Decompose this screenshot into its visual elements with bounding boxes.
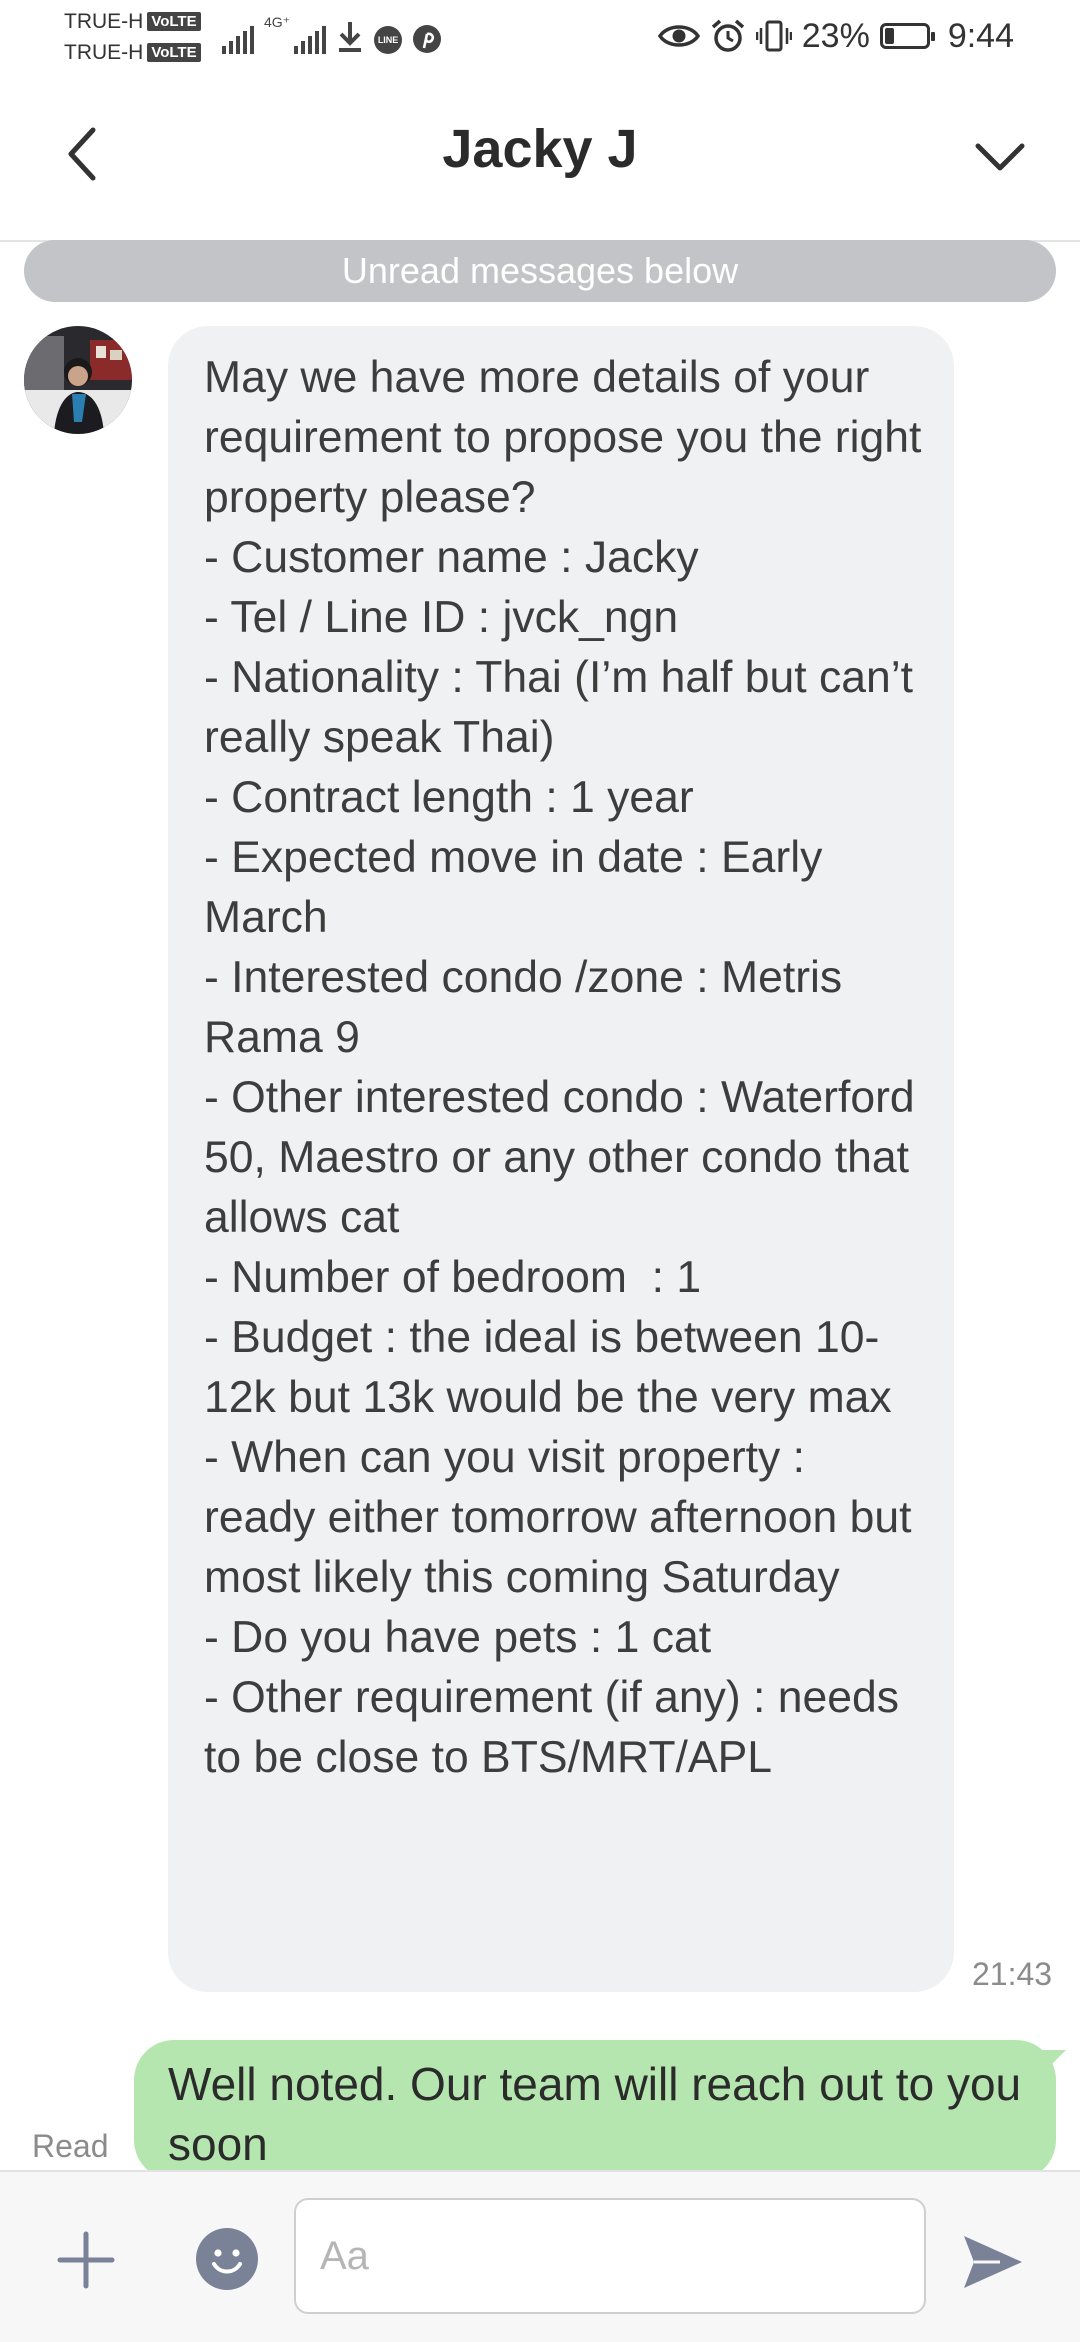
add-attachment-button[interactable]: [56, 2230, 116, 2290]
signal-icon: [222, 24, 254, 54]
battery-icon: [879, 23, 935, 49]
alarm-icon: [711, 19, 744, 52]
outgoing-message-bubble[interactable]: Well noted. Our team will reach out to y…: [134, 2040, 1056, 2180]
avatar[interactable]: [24, 326, 132, 434]
smiley-icon: [212, 2249, 242, 2274]
clock: 9:44: [947, 16, 1014, 55]
incoming-message-bubble[interactable]: May we have more details of your require…: [168, 326, 954, 1992]
menu-toggle-button[interactable]: [970, 128, 1030, 184]
network-type-label: 4G⁺: [264, 14, 291, 30]
unread-messages-banner[interactable]: Unread messages below: [24, 240, 1056, 302]
send-button[interactable]: [960, 2232, 1026, 2292]
volte-badge: VoLTE: [147, 12, 201, 31]
read-receipt: Read: [32, 2128, 109, 2164]
line-app-icon: LINE: [374, 26, 403, 54]
eye-icon: [657, 25, 700, 47]
signal-icon: [294, 24, 327, 54]
emoji-button[interactable]: [196, 2228, 258, 2290]
chat-header: Jacky J: [0, 76, 1080, 242]
message-timestamp: 21:43: [972, 1956, 1053, 1992]
send-icon: [964, 2236, 1022, 2288]
battery-percent: 23%: [801, 16, 870, 55]
carrier-name: TRUE-H: [64, 41, 144, 64]
status-left-icons: 4G⁺ LINE: [222, 14, 442, 54]
message-input-bar: [0, 2170, 1080, 2342]
status-bar: TRUE-H VoLTE TRUE-H VoLTE 4G⁺ LINE 23% 9…: [0, 0, 1080, 76]
avatar-image: [24, 326, 132, 434]
carrier-info: TRUE-H VoLTE TRUE-H VoLTE: [64, 6, 201, 68]
message-input[interactable]: [294, 2198, 926, 2314]
pinterest-icon: [413, 25, 442, 53]
status-right-icons: 23% 9:44: [657, 14, 1014, 58]
download-icon: [339, 22, 362, 52]
bubble-tail: [1040, 2050, 1066, 2076]
plus-icon: [57, 2231, 115, 2289]
volte-badge: VoLTE: [147, 43, 201, 62]
carrier-name: TRUE-H: [64, 10, 144, 33]
vibrate-icon: [755, 20, 792, 52]
chevron-down-icon: [975, 143, 1025, 171]
chat-title[interactable]: Jacky J: [0, 118, 1080, 180]
